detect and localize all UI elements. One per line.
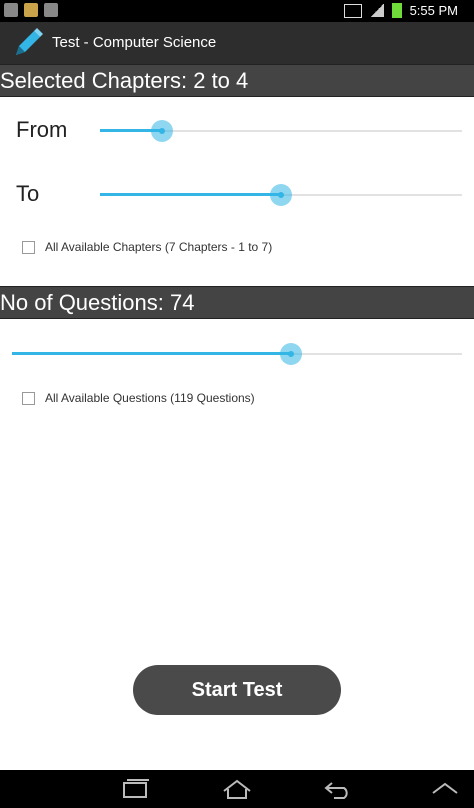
to-slider[interactable] bbox=[100, 183, 462, 207]
home-icon[interactable] bbox=[220, 778, 254, 800]
slider-thumb[interactable] bbox=[270, 184, 292, 206]
slider-fill bbox=[12, 352, 291, 355]
slider-fill bbox=[100, 193, 281, 196]
all-questions-label: All Available Questions (119 Questions) bbox=[45, 391, 255, 405]
recent-apps-icon[interactable] bbox=[118, 778, 152, 800]
gallery-icon bbox=[4, 3, 18, 17]
start-test-button[interactable]: Start Test bbox=[133, 665, 341, 715]
app-title: Test - Computer Science bbox=[52, 34, 217, 51]
nfc-icon bbox=[343, 3, 362, 18]
status-bar: 5:55 PM bbox=[0, 0, 474, 22]
up-icon[interactable] bbox=[428, 778, 462, 800]
navigation-bar bbox=[0, 770, 474, 808]
file-icon bbox=[44, 3, 58, 17]
app-bar: Test - Computer Science bbox=[0, 22, 474, 64]
to-label: To bbox=[16, 181, 40, 206]
all-questions-option[interactable]: All Available Questions (119 Questions) bbox=[22, 391, 255, 405]
android-icon bbox=[24, 3, 38, 17]
from-slider[interactable] bbox=[100, 119, 462, 143]
notification-icons bbox=[4, 3, 58, 17]
from-label: From bbox=[16, 117, 68, 142]
all-questions-checkbox[interactable] bbox=[22, 391, 35, 405]
status-time: 5:55 PM bbox=[409, 3, 458, 18]
back-icon[interactable] bbox=[322, 778, 356, 800]
pencil-icon[interactable] bbox=[10, 25, 46, 61]
slider-thumb[interactable] bbox=[150, 120, 173, 142]
questions-header: No of Questions: 74 bbox=[0, 286, 474, 319]
all-chapters-option[interactable]: All Available Chapters (7 Chapters - 1 t… bbox=[22, 240, 272, 254]
all-chapters-label: All Available Chapters (7 Chapters - 1 t… bbox=[45, 240, 273, 254]
signal-icon bbox=[369, 4, 384, 17]
chapters-header: Selected Chapters: 2 to 4 bbox=[0, 64, 474, 97]
questions-slider[interactable] bbox=[12, 342, 462, 366]
system-icons: 5:55 PM bbox=[343, 3, 458, 18]
all-chapters-checkbox[interactable] bbox=[22, 240, 35, 254]
battery-icon bbox=[391, 3, 402, 18]
slider-thumb[interactable] bbox=[280, 343, 302, 365]
